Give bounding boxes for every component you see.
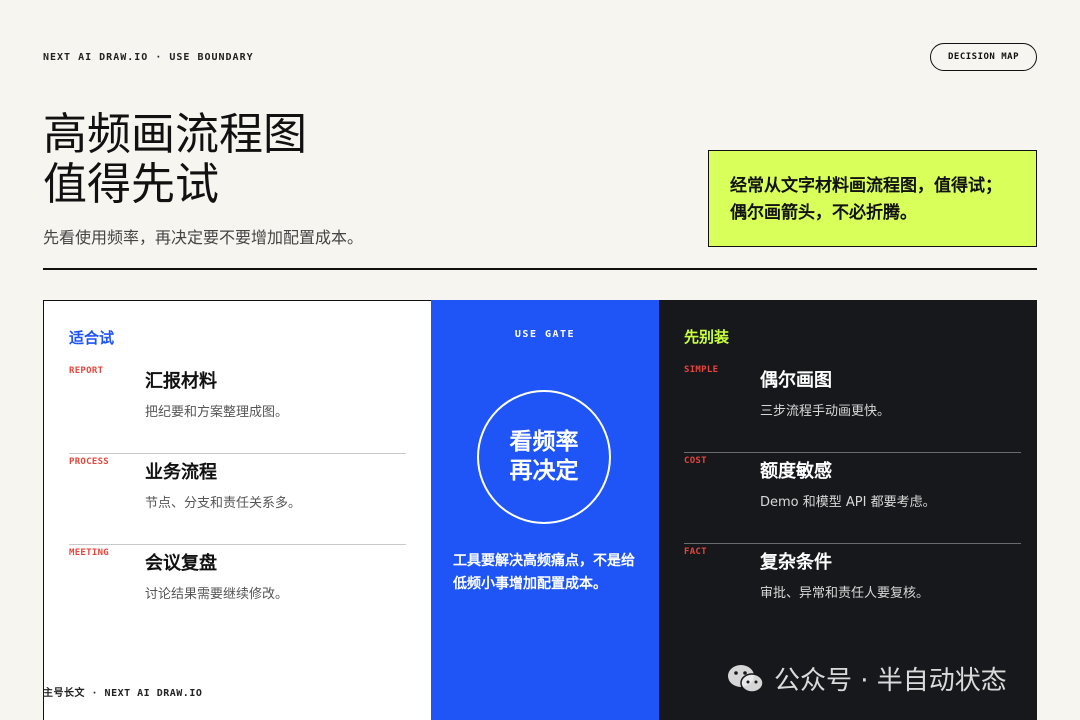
item-tag: REPORT bbox=[69, 366, 104, 376]
item-description: 讨论结果需要继续修改。 bbox=[145, 587, 289, 602]
page-subtitle: 先看使用频率，再决定要不要增加配置成本。 bbox=[43, 228, 364, 247]
item-description: 节点、分支和责任关系多。 bbox=[145, 496, 302, 511]
list-item: MEETING 会议复盘 讨论结果需要继续修改。 bbox=[69, 545, 406, 636]
gate-note: 工具要解决高频痛点，不是给低频小事增加配置成本。 bbox=[453, 553, 635, 592]
use-gate-panel: USE GATE 看频率 再决定 工具要解决高频痛点，不是给低频小事增加配置成本… bbox=[431, 300, 659, 720]
item-tag: MEETING bbox=[69, 548, 110, 558]
item-description: 三步流程手动画更快。 bbox=[760, 404, 891, 419]
item-description: Demo 和模型 API 都要考虑。 bbox=[760, 495, 936, 510]
item-tag: FACT bbox=[684, 547, 707, 557]
item-tag: PROCESS bbox=[69, 457, 110, 467]
gate-circle: 看频率 再决定 bbox=[477, 390, 611, 524]
watermark: 公众号 · 半自动状态 bbox=[726, 660, 1007, 697]
item-title: 复杂条件 bbox=[760, 552, 832, 573]
skip-panel: 先别装 SIMPLE 偶尔画图 三步流程手动画更快。 COST 额度敏感 Dem… bbox=[659, 300, 1037, 720]
page-title-line-1: 高频画流程图 bbox=[43, 109, 307, 160]
list-item: PROCESS 业务流程 节点、分支和责任关系多。 bbox=[69, 454, 406, 545]
use-gate-label: USE GATE bbox=[514, 329, 576, 340]
item-description: 审批、异常和责任人要复核。 bbox=[760, 586, 930, 601]
item-title: 额度敏感 bbox=[760, 461, 832, 482]
decision-map-badge: DECISION MAP bbox=[930, 43, 1037, 71]
watermark-text: 公众号 · 半自动状态 bbox=[774, 666, 1007, 696]
page-title: 高频画流程图 值得先试 bbox=[43, 110, 307, 210]
item-description: 把纪要和方案整理成图。 bbox=[145, 405, 289, 420]
footer-credit: 主号长文 · NEXT AI DRAW.IO bbox=[43, 688, 203, 699]
item-tag: COST bbox=[684, 456, 707, 466]
skip-list: SIMPLE 偶尔画图 三步流程手动画更快。 COST 额度敏感 Demo 和模… bbox=[684, 362, 1021, 635]
item-title: 偶尔画图 bbox=[760, 370, 832, 391]
item-title: 会议复盘 bbox=[145, 553, 217, 574]
eyebrow-label: NEXT AI DRAW.IO · USE BOUNDARY bbox=[43, 52, 254, 63]
list-item: REPORT 汇报材料 把纪要和方案整理成图。 bbox=[69, 363, 406, 454]
divider bbox=[43, 268, 1037, 270]
list-item: FACT 复杂条件 审批、异常和责任人要复核。 bbox=[684, 544, 1021, 635]
gate-circle-line-1: 看频率 bbox=[509, 429, 579, 455]
wechat-icon bbox=[728, 664, 764, 693]
item-title: 业务流程 bbox=[145, 462, 217, 483]
list-item: SIMPLE 偶尔画图 三步流程手动画更快。 bbox=[684, 362, 1021, 453]
item-title: 汇报材料 bbox=[145, 371, 217, 392]
gate-circle-line-2: 再决定 bbox=[509, 458, 579, 484]
item-tag: SIMPLE bbox=[684, 365, 719, 375]
skip-heading: 先别装 bbox=[684, 328, 730, 346]
suitable-list: REPORT 汇报材料 把纪要和方案整理成图。 PROCESS 业务流程 节点、… bbox=[69, 363, 406, 636]
highlight-callout: 经常从文字材料画流程图，值得试；偶尔画箭头，不必折腾。 bbox=[708, 150, 1037, 247]
list-item: COST 额度敏感 Demo 和模型 API 都要考虑。 bbox=[684, 453, 1021, 544]
suitable-heading: 适合试 bbox=[69, 329, 115, 347]
suitable-panel: 适合试 REPORT 汇报材料 把纪要和方案整理成图。 PROCESS 业务流程… bbox=[43, 300, 431, 720]
page-title-line-2: 值得先试 bbox=[43, 159, 219, 210]
decision-panels: 适合试 REPORT 汇报材料 把纪要和方案整理成图。 PROCESS 业务流程… bbox=[43, 300, 1037, 720]
